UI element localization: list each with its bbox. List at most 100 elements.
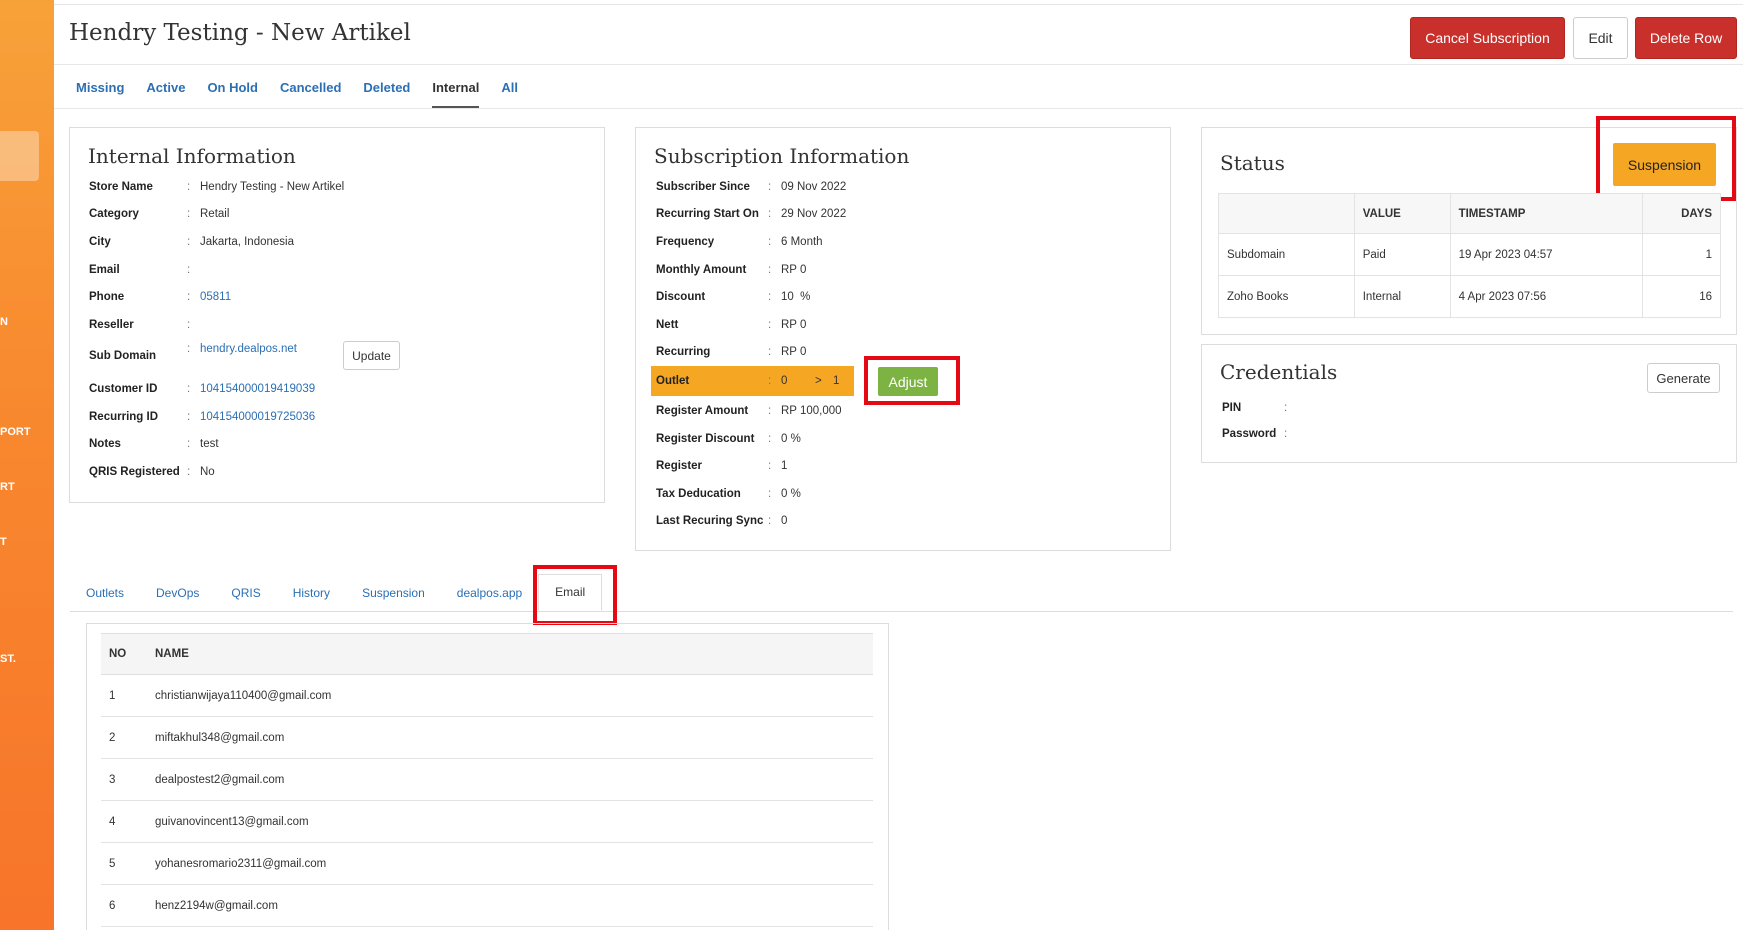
tab-suspension[interactable]: Suspension xyxy=(346,586,441,611)
status-header-timestamp: TIMESTAMP xyxy=(1449,193,1644,234)
email-cell-no: 1 xyxy=(101,674,147,717)
status-cell-value: Internal xyxy=(1353,275,1451,318)
top-divider xyxy=(54,4,1743,5)
outlet-row-content: Outlet: 0 > 1 xyxy=(656,375,840,387)
detail-tabs-divider xyxy=(70,611,1733,612)
email-cell-name: yohanesromario2311@gmail.com xyxy=(147,842,873,885)
email-cell-no: 3 xyxy=(101,758,147,801)
status-table: VALUE TIMESTAMP DAYS Subdomain Paid 19 A… xyxy=(1218,193,1721,318)
status-header-days: DAYS xyxy=(1642,193,1721,234)
table-row: 6 henz2194w@gmail.com xyxy=(101,884,873,927)
tab-internal[interactable]: Internal xyxy=(432,75,480,108)
table-row: Subdomain Paid 19 Apr 2023 04:57 1 xyxy=(1218,233,1721,276)
status-header-value: VALUE xyxy=(1353,193,1451,234)
customer-id-row: Customer ID: 104154000019419039 xyxy=(89,383,316,395)
email-row: Email: xyxy=(89,264,191,276)
status-cell-timestamp: 19 Apr 2023 04:57 xyxy=(1449,233,1644,276)
email-cell-name: henz2194w@gmail.com xyxy=(147,884,873,927)
email-header-no: NO xyxy=(101,633,147,675)
tab-cancelled[interactable]: Cancelled xyxy=(280,75,341,108)
discount-row: Discount: 10 % xyxy=(656,291,811,303)
email-cell-no: 4 xyxy=(101,800,147,843)
sidebar-item-label[interactable]: PORT xyxy=(0,426,31,438)
register-amount-row: Register Amount: RP 100,000 xyxy=(656,405,842,417)
store-name-row: Store Name: Hendry Testing - New Artikel xyxy=(89,181,345,193)
email-cell-no: 2 xyxy=(101,716,147,759)
credentials-title: Credentials xyxy=(1220,360,1338,384)
recurring-start-row: Recurring Start On: 29 Nov 2022 xyxy=(656,208,847,220)
suspension-highlight-box xyxy=(1596,116,1736,201)
update-button[interactable]: Update xyxy=(343,341,400,370)
sidebar: N PORT RT T ST. xyxy=(0,0,54,930)
generate-button[interactable]: Generate xyxy=(1647,363,1720,393)
status-cell-timestamp: 4 Apr 2023 07:56 xyxy=(1449,275,1644,318)
outlet-arrow: > xyxy=(815,375,822,387)
status-cell-name: Zoho Books xyxy=(1218,275,1355,318)
tab-history[interactable]: History xyxy=(277,586,346,611)
email-cell-name: christianwijaya110400@gmail.com xyxy=(147,674,873,717)
sidebar-active-item[interactable] xyxy=(0,131,39,181)
tab-active[interactable]: Active xyxy=(146,75,185,108)
sidebar-item-label[interactable]: RT xyxy=(0,481,15,493)
reseller-row: Reseller: xyxy=(89,319,191,331)
table-row: Zoho Books Internal 4 Apr 2023 07:56 16 xyxy=(1218,275,1721,318)
monthly-amount-row: Monthly Amount: RP 0 xyxy=(656,264,807,276)
cancel-subscription-button[interactable]: Cancel Subscription xyxy=(1410,17,1565,59)
tab-missing[interactable]: Missing xyxy=(76,75,124,108)
tax-deducation-row: Tax Deducation: 0 % xyxy=(656,488,801,500)
email-cell-no: 6 xyxy=(101,884,147,927)
register-row: Register: 1 xyxy=(656,460,788,472)
status-cell-days: 16 xyxy=(1642,275,1721,318)
phone-row: Phone: 05811 xyxy=(89,291,232,303)
adjust-highlight-box xyxy=(864,356,960,405)
tabs-divider xyxy=(54,108,1743,109)
status-header-name xyxy=(1218,193,1355,234)
status-title: Status xyxy=(1220,151,1285,175)
table-row: 5 yohanesromario2311@gmail.com xyxy=(101,842,873,885)
pin-row: PIN: xyxy=(1222,402,1288,414)
sidebar-item-label[interactable]: T xyxy=(0,536,7,548)
email-cell-name: guivanovincent13@gmail.com xyxy=(147,800,873,843)
qris-registered-row: QRIS Registered: No xyxy=(89,466,215,478)
tab-outlets[interactable]: Outlets xyxy=(70,586,140,611)
tab-all[interactable]: All xyxy=(501,75,518,108)
sidebar-item-label[interactable]: N xyxy=(0,316,8,328)
nett-row: Nett: RP 0 xyxy=(656,319,807,331)
tab-qris[interactable]: QRIS xyxy=(215,586,276,611)
page-title: Hendry Testing - New Artikel xyxy=(69,20,411,46)
notes-row: Notes: test xyxy=(89,438,219,450)
status-cell-name: Subdomain xyxy=(1218,233,1355,276)
outlet-from: 0 xyxy=(781,375,788,387)
table-row: 4 guivanovincent13@gmail.com xyxy=(101,800,873,843)
email-cell-no: 5 xyxy=(101,842,147,885)
internal-information-title: Internal Information xyxy=(88,144,296,168)
delete-row-button[interactable]: Delete Row xyxy=(1635,17,1737,59)
recurring-id-link[interactable]: 104154000019725036 xyxy=(200,411,315,423)
customer-id-link[interactable]: 104154000019419039 xyxy=(200,383,315,395)
city-row: City: Jakarta, Indonesia xyxy=(89,236,294,248)
email-table: NO NAME 1 christianwijaya110400@gmail.co… xyxy=(101,633,873,927)
subscriber-since-row: Subscriber Since: 09 Nov 2022 xyxy=(656,181,847,193)
email-cell-name: dealpostest2@gmail.com xyxy=(147,758,873,801)
sub-domain-row: Sub Domain: hendry.dealpos.net xyxy=(89,343,297,362)
recurring-id-row: Recurring ID: 104154000019725036 xyxy=(89,411,316,423)
tab-on-hold[interactable]: On Hold xyxy=(207,75,258,108)
category-row: Category: Retail xyxy=(89,208,230,220)
password-row: Password: xyxy=(1222,428,1288,440)
detail-tabs: Outlets DevOps QRIS History Suspension d… xyxy=(70,574,603,611)
sidebar-item-label[interactable]: ST. xyxy=(0,653,16,665)
tab-dealpos-app[interactable]: dealpos.app xyxy=(441,586,538,611)
sub-domain-link[interactable]: hendry.dealpos.net xyxy=(200,343,297,355)
email-header-name: NAME xyxy=(147,633,873,675)
tab-devops[interactable]: DevOps xyxy=(140,586,215,611)
email-cell-name: miftakhul348@gmail.com xyxy=(147,716,873,759)
header-divider xyxy=(54,64,1743,65)
tab-deleted[interactable]: Deleted xyxy=(363,75,410,108)
frequency-row: Frequency: 6 Month xyxy=(656,236,823,248)
edit-button[interactable]: Edit xyxy=(1573,17,1628,59)
phone-link[interactable]: 05811 xyxy=(200,291,231,303)
status-filter-tabs: Missing Active On Hold Cancelled Deleted… xyxy=(69,75,529,108)
table-row: 1 christianwijaya110400@gmail.com xyxy=(101,674,873,717)
outlet-to: 1 xyxy=(833,375,840,387)
email-tab-highlight-box xyxy=(533,565,617,625)
